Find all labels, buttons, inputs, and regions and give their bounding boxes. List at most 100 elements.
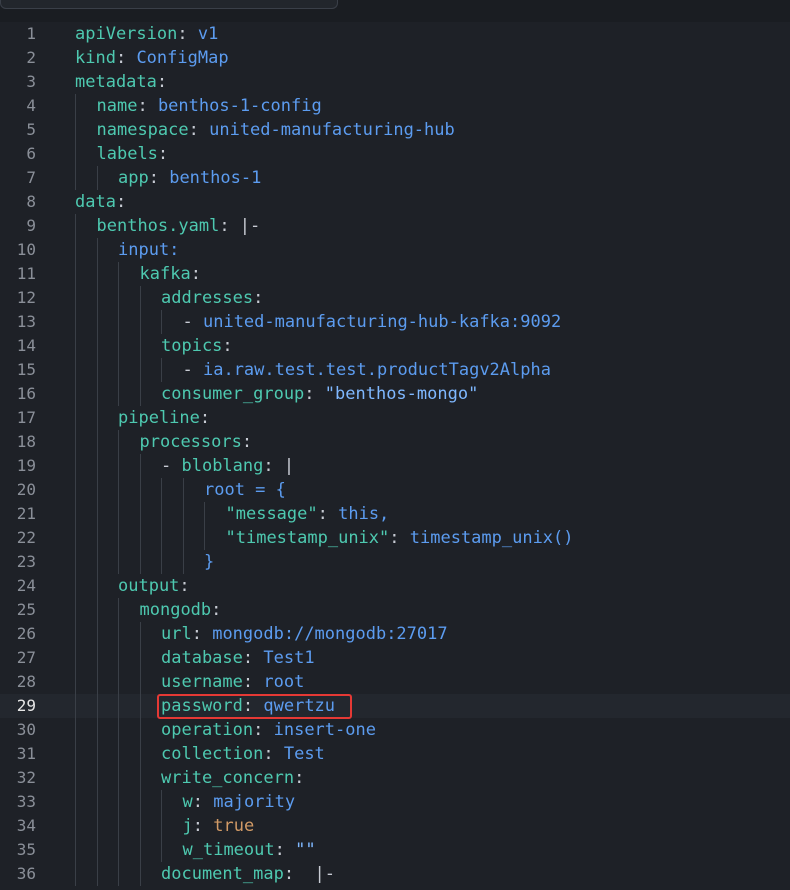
indent-guide xyxy=(75,550,76,574)
indent-guide xyxy=(161,310,162,334)
code-line[interactable]: 33 w: majority xyxy=(0,790,790,814)
code-token: addresses xyxy=(161,288,254,308)
code-line[interactable]: 23} xyxy=(0,550,790,574)
code-line[interactable]: 4 name: benthos-1-config xyxy=(0,94,790,118)
code-token: kafka xyxy=(139,264,191,284)
code-token: : xyxy=(188,120,210,140)
code-token: apiVersion xyxy=(75,24,178,44)
code-line[interactable]: 26 url: mongodb://mongodb:27017 xyxy=(0,622,790,646)
code-text: root = { xyxy=(204,478,286,502)
code-token: : xyxy=(115,192,127,212)
line-number: 17 xyxy=(16,408,36,427)
indent-guide xyxy=(75,142,76,166)
code-line[interactable]: 24 output: xyxy=(0,574,790,598)
code-token: - xyxy=(182,360,203,380)
code-token: metadata xyxy=(75,72,157,92)
indent-guide xyxy=(75,814,76,838)
code-line[interactable]: 36 document_map: |- xyxy=(0,862,790,886)
code-token: benthos-1-config xyxy=(157,96,322,116)
code-line[interactable]: 22 "timestamp_unix": timestamp_unix() xyxy=(0,526,790,550)
code-line[interactable]: 18 processors: xyxy=(0,430,790,454)
line-number: 36 xyxy=(16,864,36,883)
code-line[interactable]: 32 write_concern: xyxy=(0,766,790,790)
code-line[interactable]: 2 kind: ConfigMap xyxy=(0,46,790,70)
code-line[interactable]: 16 consumer_group: "benthos-mongo" xyxy=(0,382,790,406)
code-line[interactable]: 13 - united-manufacturing-hub-kafka:9092 xyxy=(0,310,790,334)
code-text: metadata: xyxy=(75,70,167,94)
code-token: : xyxy=(242,648,264,668)
code-text: namespace: united-manufacturing-hub xyxy=(97,118,455,142)
code-token: ConfigMap xyxy=(136,48,229,68)
code-line[interactable]: 3 metadata: xyxy=(0,70,790,94)
code-line[interactable]: 35 w_timeout: "" xyxy=(0,838,790,862)
code-text: input: xyxy=(118,238,179,262)
indent-guide xyxy=(118,814,119,838)
indent-guide xyxy=(118,550,119,574)
code-line[interactable]: 12 addresses: xyxy=(0,286,790,310)
code-text: j: true xyxy=(183,814,255,838)
code-line[interactable]: 27 database: Test1 xyxy=(0,646,790,670)
code-token: j xyxy=(182,816,193,836)
line-number: 12 xyxy=(16,288,36,307)
code-line[interactable]: 29 password: qwertzu xyxy=(0,694,790,718)
code-line[interactable]: 34 j: true xyxy=(0,814,790,838)
code-token: collection xyxy=(161,744,264,764)
indent-guide xyxy=(118,742,119,766)
line-number: 23 xyxy=(16,552,36,571)
code-line[interactable]: 21 "message": this, xyxy=(0,502,790,526)
indent-guide xyxy=(75,454,76,478)
indent-guide xyxy=(139,814,141,838)
indent-guide xyxy=(161,550,162,574)
code-line[interactable]: 8 data: xyxy=(0,190,790,214)
code-token: username xyxy=(161,672,243,692)
code-line[interactable]: 20 root = { xyxy=(0,478,790,502)
indent-guide xyxy=(139,670,141,694)
code-token: operation xyxy=(161,720,254,740)
code-line[interactable]: 17 pipeline: xyxy=(0,406,790,430)
code-line[interactable]: 19 - bloblang: | xyxy=(0,454,790,478)
editor-tab[interactable] xyxy=(0,0,338,9)
code-token: v1 xyxy=(197,24,219,44)
code-token: : xyxy=(156,72,168,92)
indent-guide xyxy=(161,790,162,814)
indent-guide xyxy=(182,502,184,526)
indent-guide xyxy=(139,286,141,310)
code-line[interactable]: 31 collection: Test xyxy=(0,742,790,766)
indent-guide xyxy=(75,214,76,238)
code-line[interactable]: 7 app: benthos-1 xyxy=(0,166,790,190)
code-text: labels: xyxy=(97,142,169,166)
code-line[interactable]: 25 mongodb: xyxy=(0,598,790,622)
indent-guide xyxy=(75,694,76,718)
code-token: : xyxy=(157,144,169,164)
indent-guide xyxy=(96,862,98,886)
indent-guide xyxy=(139,358,141,382)
code-text: apiVersion: v1 xyxy=(75,22,218,46)
code-token: : xyxy=(263,744,284,764)
code-editor[interactable]: 1 apiVersion: v1 2 kind: ConfigMap 3 metadata… xyxy=(0,0,790,890)
code-text: kafka: xyxy=(140,262,201,286)
code-line[interactable]: 5 namespace: united-manufacturing-hub xyxy=(0,118,790,142)
code-line[interactable]: 6 labels: xyxy=(0,142,790,166)
code-line[interactable]: 10 input: xyxy=(0,238,790,262)
code-token: input: xyxy=(118,240,180,260)
code-line[interactable]: 30 operation: insert-one xyxy=(0,718,790,742)
indent-guide xyxy=(96,742,98,766)
code-line[interactable]: 9 benthos.yaml: |- xyxy=(0,214,790,238)
code-line[interactable]: 11 kafka: xyxy=(0,262,790,286)
password-highlight-box xyxy=(157,694,352,719)
indent-guide xyxy=(139,742,141,766)
indent-guide xyxy=(118,310,119,334)
line-number: 5 xyxy=(26,120,36,139)
code-token: : |- xyxy=(283,864,336,884)
line-number: 9 xyxy=(26,216,36,235)
code-line[interactable]: 15 - ia.raw.test.test.productTagv2Alpha xyxy=(0,358,790,382)
code-line[interactable]: 28 username: root xyxy=(0,670,790,694)
code-line[interactable]: 1 apiVersion: v1 xyxy=(0,22,790,46)
indent-guide xyxy=(96,358,98,382)
indent-guide xyxy=(139,550,141,574)
code-text: output: xyxy=(118,574,190,598)
code-text: write_concern: xyxy=(161,766,304,790)
line-number: 30 xyxy=(16,720,36,739)
code-line[interactable]: 14 topics: xyxy=(0,334,790,358)
indent-guide xyxy=(161,502,162,526)
